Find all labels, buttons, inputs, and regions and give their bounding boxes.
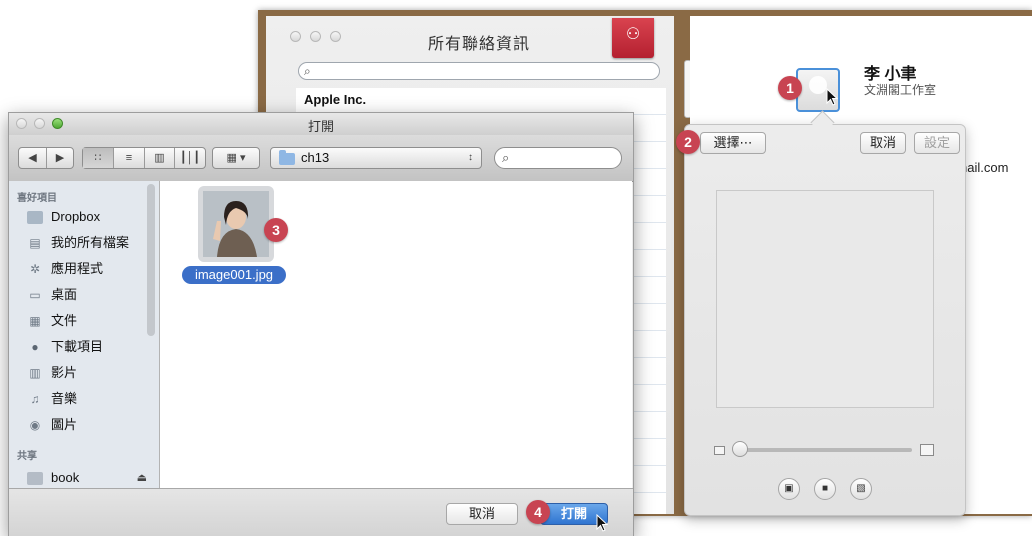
downloads-icon: ● — [31, 340, 39, 355]
sidebar-item-documents[interactable]: ▦ 文件 — [27, 309, 77, 333]
sidebar-item-label: Dropbox — [51, 209, 101, 224]
effects-icon: ▧ — [856, 483, 866, 494]
folder-icon — [27, 211, 43, 225]
close-window-button[interactable] — [290, 31, 301, 42]
small-image-icon — [714, 446, 725, 455]
photo-preview-area[interactable] — [716, 190, 934, 408]
sidebar-item-pictures[interactable]: ◉ 圖片 — [27, 413, 77, 437]
selected-file-name[interactable]: image001.jpg — [182, 266, 286, 284]
group-row-apple[interactable]: Apple Inc. — [296, 92, 664, 112]
effects-button[interactable]: ▧ — [850, 478, 872, 500]
sidebar-item-label: 應用程式 — [51, 261, 104, 276]
sidebar-item-label: 圖片 — [51, 417, 78, 432]
portrait-icon: ▣ — [784, 483, 794, 494]
sidebar-item-all-files[interactable]: ▤ 我的所有檔案 — [27, 231, 129, 255]
eject-icon[interactable]: ⏏ — [137, 466, 147, 490]
default-picture-button[interactable]: ▣ — [778, 478, 800, 500]
step-badge-2: 2 — [676, 130, 700, 154]
step-badge-4: 4 — [526, 500, 550, 524]
sidebar-item-dropbox[interactable]: Dropbox — [27, 205, 100, 229]
search-icon: ⌕ — [502, 150, 510, 165]
contact-company: 文淵閣工作室 — [864, 83, 937, 97]
step-badge-1: 1 — [778, 76, 802, 100]
zoom-window-button[interactable] — [330, 31, 341, 42]
choose-photo-button[interactable]: 選擇⋯ — [700, 132, 766, 154]
cancel-button[interactable]: 取消 — [446, 503, 518, 525]
folder-icon — [279, 150, 295, 166]
documents-icon: ▦ — [29, 314, 41, 329]
arrange-menu-button[interactable]: ▦ ▾ — [212, 147, 260, 169]
sidebar-item-label: 桌面 — [51, 287, 78, 302]
forward-arrow-icon[interactable]: ▶ — [46, 148, 73, 168]
people-icon: ⚇ — [625, 26, 641, 43]
chevron-down-icon: ▾ — [239, 152, 246, 164]
movies-icon: ▥ — [29, 366, 41, 381]
sidebar-item-downloads[interactable]: ● 下載項目 — [27, 335, 103, 359]
photo-thumbnail-icon — [203, 191, 269, 257]
computer-icon — [27, 472, 43, 486]
camera-button[interactable]: ■ — [814, 478, 836, 500]
favorites-header: 喜好項目 — [17, 193, 57, 204]
all-files-icon: ▤ — [29, 236, 41, 251]
desktop-icon: ▭ — [29, 288, 41, 303]
sidebar-item-desktop[interactable]: ▭ 桌面 — [27, 283, 77, 307]
shared-header: 共享 — [17, 451, 37, 462]
sidebar-item-book[interactable]: book ⏏ — [27, 466, 149, 490]
popover-set-button[interactable]: 設定 — [914, 132, 960, 154]
contacts-window-title: 所有聯絡資訊 — [428, 36, 531, 53]
sidebar-item-label: 文件 — [51, 313, 78, 328]
list-view-icon[interactable]: ≡ — [113, 148, 144, 168]
contacts-bookmark-tab[interactable]: ⚇ — [612, 18, 654, 58]
person-placeholder-icon — [809, 76, 827, 94]
back-arrow-icon[interactable]: ◀ — [19, 148, 46, 168]
coverflow-view-icon[interactable]: ┃│┃ — [174, 148, 205, 168]
column-view-icon[interactable]: ▥ — [144, 148, 174, 168]
sidebar-item-label: 影片 — [51, 365, 78, 380]
sidebar-item-movies[interactable]: ▥ 影片 — [27, 361, 77, 385]
dialog-sidebar: 喜好項目 Dropbox ▤ 我的所有檔案 ✲ 應用程式 ▭ 桌面 ▦ 文件 ● 下載項目… — [9, 181, 160, 488]
path-popup-menu[interactable]: ch13 ↕ — [270, 147, 482, 169]
zoom-slider-knob[interactable] — [732, 441, 748, 457]
path-popup-label: ch13 — [301, 150, 330, 165]
sidebar-scrollbar[interactable] — [147, 184, 155, 336]
zoom-slider-track[interactable] — [742, 448, 912, 452]
pictures-icon: ◉ — [29, 418, 41, 433]
dialog-search-input[interactable]: ⌕ — [494, 147, 622, 169]
search-icon: ⌕ — [304, 64, 311, 78]
minimize-window-button[interactable] — [310, 31, 321, 42]
sidebar-item-label: 我的所有檔案 — [51, 235, 130, 250]
updown-chevron-icon: ↕ — [468, 152, 473, 163]
sidebar-item-label: 下載項目 — [51, 339, 104, 354]
popover-cancel-button[interactable]: 取消 — [860, 132, 906, 154]
sidebar-item-label: 音樂 — [51, 391, 78, 406]
video-camera-icon: ■ — [821, 483, 829, 494]
icon-view-icon[interactable]: ∷ — [83, 148, 113, 168]
step-badge-3: 3 — [264, 218, 288, 242]
sidebar-item-label: book — [51, 470, 80, 485]
applications-icon: ✲ — [29, 262, 41, 277]
back-forward-control[interactable]: ◀ ▶ — [18, 147, 74, 169]
contacts-search-input[interactable]: ⌕ — [298, 62, 660, 80]
sidebar-item-music[interactable]: ♫ 音樂 — [27, 387, 78, 411]
large-image-icon — [920, 444, 934, 456]
arrange-icon: ▦ — [226, 152, 237, 164]
contact-email-fragment[interactable]: nail.com — [960, 160, 1008, 175]
sidebar-item-applications[interactable]: ✲ 應用程式 — [27, 257, 103, 281]
view-mode-control[interactable]: ∷ ≡ ▥ ┃│┃ — [82, 147, 206, 169]
music-icon: ♫ — [30, 392, 40, 407]
dialog-title: 打開 — [307, 119, 334, 134]
